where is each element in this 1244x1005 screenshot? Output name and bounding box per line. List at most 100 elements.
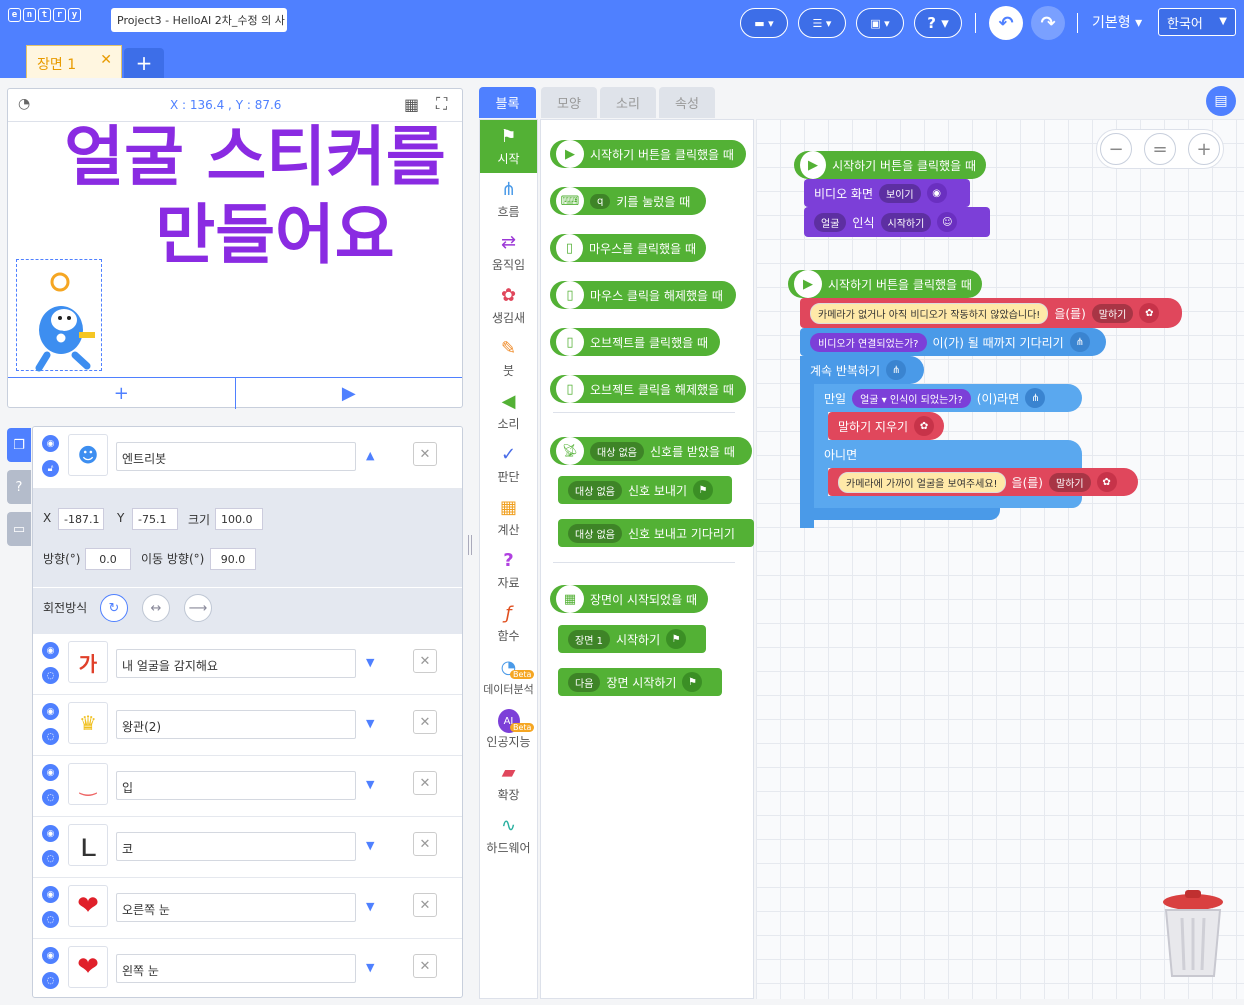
chevron-down-icon[interactable]: ▼ — [366, 778, 374, 791]
delete-object-button[interactable]: ✕ — [413, 649, 437, 673]
eye-icon[interactable]: ◉ — [42, 825, 59, 842]
object-row[interactable]: ◉ ◌ 가 내 얼굴을 감지해요 ▼ ✕ — [33, 634, 462, 695]
chevron-up-icon[interactable]: ▲ — [366, 449, 374, 462]
help-tab[interactable]: ? — [7, 470, 31, 504]
object-name-input[interactable]: 왕관(2) — [116, 710, 356, 739]
object-row[interactable]: ◉ ◌ ❤ 오른쪽 눈 ▼ ✕ — [33, 878, 462, 939]
eye-icon[interactable]: ◉ — [42, 764, 59, 781]
category-data-analysis[interactable]: ◔ Beta 데이터분석 — [480, 650, 537, 703]
object-name-input[interactable]: 오른쪽 눈 — [116, 893, 356, 922]
palette-block-start-click[interactable]: ▶ 시작하기 버튼을 클릭했을 때 — [550, 140, 746, 168]
y-input[interactable]: -75.1 — [132, 508, 178, 530]
eye-icon[interactable]: ◉ — [42, 703, 59, 720]
delete-object-button[interactable]: ✕ — [413, 954, 437, 978]
eye-icon[interactable]: ◉ — [42, 947, 59, 964]
say-block-2[interactable]: 카메라에 가까이 얼굴을 보여주세요! 을(를) 말하기 ✿ — [828, 468, 1138, 496]
chevron-down-icon[interactable]: ▼ — [366, 717, 374, 730]
script-workspace[interactable]: ▶ 시작하기 버튼을 클릭했을 때 비디오 화면 보이기 ◉ 얼굴 인식 시작하기 ☺ ▶ 시… — [756, 119, 1244, 999]
category-calc[interactable]: ▦ 계산 — [480, 491, 537, 544]
category-start[interactable]: ⚑ 시작 — [480, 120, 537, 173]
x-input[interactable]: -187.1 — [58, 508, 104, 530]
palette-block-key-press[interactable]: ⌨ q 키를 눌렀을 때 — [550, 187, 706, 215]
project-name-input[interactable]: Project3 - HelloAI 2차_수정 의 사 — [111, 8, 287, 32]
tab-properties[interactable]: 속성 — [659, 87, 715, 118]
move-direction-input[interactable]: 90.0 — [210, 548, 256, 570]
lock-icon[interactable]: ◌ — [42, 667, 59, 684]
eye-icon[interactable]: ◉ — [42, 642, 59, 659]
palette-block-send-signal[interactable]: 대상 없음 신호 보내기 ⚑ — [558, 476, 732, 504]
comment-button[interactable]: ▤ — [1206, 86, 1236, 116]
loop-forever-block[interactable]: 계속 반복하기 ⋔ — [800, 356, 924, 384]
palette-block-object-release[interactable]: ▯ 오브젝트 클릭을 해제했을 때 — [550, 375, 746, 403]
delete-object-button[interactable]: ✕ — [413, 442, 437, 466]
new-project-button[interactable]: ▬ ▾ — [740, 8, 788, 38]
tab-shapes[interactable]: 모양 — [541, 87, 597, 118]
language-select[interactable]: 한국어 ▼ — [1158, 8, 1236, 36]
lock-icon[interactable]: ◌ — [42, 789, 59, 806]
direction-input[interactable]: 0.0 — [85, 548, 131, 570]
condition-face-recognized[interactable]: 얼굴 ▾ 인식이 되었는가? — [852, 388, 971, 408]
face-dropdown[interactable]: 얼굴 — [860, 395, 878, 406]
object-name-input[interactable]: 코 — [116, 832, 356, 861]
category-hardware[interactable]: ∿ 하드웨어 — [480, 809, 537, 862]
console-tab[interactable]: ▭ — [7, 512, 31, 546]
category-ai[interactable]: AI Beta 인공지능 — [480, 703, 537, 756]
undo-button[interactable]: ↶ — [989, 6, 1023, 40]
speedometer-icon[interactable]: ◔ — [18, 96, 30, 112]
help-menu-button[interactable]: ? ▾ — [914, 8, 962, 38]
fullscreen-icon[interactable]: ⛶ — [436, 94, 447, 114]
category-data[interactable]: ? 자료 — [480, 544, 537, 597]
lock-icon[interactable]: ◌ — [42, 972, 59, 989]
lock-icon[interactable]: ◌ — [42, 728, 59, 745]
category-flow[interactable]: ⋔ 흐름 — [480, 173, 537, 226]
delete-object-button[interactable]: ✕ — [413, 893, 437, 917]
wait-until-block[interactable]: 비디오가 연결되었는가? 이(가) 될 때까지 기다리기 ⋔ — [800, 328, 1106, 356]
signal-dropdown[interactable]: 대상 없음 — [568, 480, 622, 500]
start-dropdown[interactable]: 시작하기 — [880, 212, 932, 232]
chevron-down-icon[interactable]: ▼ — [366, 656, 374, 669]
video-dropdown[interactable]: 보이기 — [879, 183, 921, 203]
tab-sounds[interactable]: 소리 — [600, 87, 656, 118]
object-name-input[interactable]: 왼쪽 눈 — [116, 954, 356, 983]
chevron-down-icon[interactable]: ▼ — [366, 900, 374, 913]
trash-can-icon[interactable] — [1160, 888, 1226, 980]
category-extension[interactable]: ▰ 확장 — [480, 756, 537, 809]
category-sound[interactable]: ◀ 소리 — [480, 385, 537, 438]
object-row[interactable]: ◉ ◌ ❤ 왼쪽 눈 ▼ ✕ — [33, 939, 462, 997]
grid-icon[interactable]: ▦ — [404, 95, 419, 114]
zoom-out-button[interactable]: − — [1100, 133, 1132, 165]
category-brush[interactable]: ✎ 붓 — [480, 332, 537, 385]
size-input[interactable]: 100.0 — [215, 508, 263, 530]
palette-block-next-scene[interactable]: 다음 장면 시작하기 ⚑ — [558, 668, 722, 696]
category-looks[interactable]: ✿ 생김새 — [480, 279, 537, 332]
lock-icon[interactable]: 🔓︎ — [42, 460, 59, 477]
eye-icon[interactable]: ◉ — [42, 886, 59, 903]
script1-hat-block[interactable]: ▶ 시작하기 버튼을 클릭했을 때 — [794, 151, 986, 179]
face-dropdown[interactable]: 얼굴 — [814, 212, 847, 232]
message-input[interactable]: 카메라에 가까이 얼굴을 보여주세요! — [838, 471, 1006, 493]
object-row[interactable]: ◉ ◌ ‿ 입 ▼ ✕ — [33, 756, 462, 817]
say-dropdown[interactable]: 말하기 — [1091, 303, 1134, 323]
rotate-free-button[interactable]: ↻ — [100, 594, 128, 622]
object-row[interactable]: ◉ ◌ ʟ 코 ▼ ✕ — [33, 817, 462, 878]
add-object-button[interactable]: + — [8, 378, 236, 409]
say-block[interactable]: 카메라가 없거나 아직 비디오가 작동하지 않았습니다! 을(를) 말하기 ✿ — [800, 298, 1182, 328]
object-tab[interactable]: ❐ — [7, 428, 31, 462]
entry-logo[interactable]: e n t r y — [8, 8, 81, 22]
rotate-horizontal-button[interactable]: ↔ — [142, 594, 170, 622]
palette-block-receive-signal[interactable]: 📡︎ 대상 없음 신호를 받았을 때 — [550, 437, 752, 465]
palette-block-send-signal-wait[interactable]: 대상 없음 신호 보내고 기다리기 — [558, 519, 754, 547]
entrybot-sprite[interactable] — [16, 259, 102, 372]
lock-icon[interactable]: ◌ — [42, 911, 59, 928]
face-recognition-block[interactable]: 얼굴 인식 시작하기 ☺ — [804, 207, 990, 237]
panel-resize-handle[interactable] — [468, 535, 472, 555]
palette-block-mouse-click[interactable]: ▯ 마우스를 클릭했을 때 — [550, 234, 706, 262]
signal-dropdown[interactable]: 대상 없음 — [590, 441, 644, 461]
object-row[interactable]: ◉ ◌ ♛ 왕관(2) ▼ ✕ — [33, 695, 462, 756]
message-input[interactable]: 카메라가 없거나 아직 비디오가 작동하지 않았습니다! — [810, 302, 1049, 324]
condition-video-connected[interactable]: 비디오가 연결되었는가? — [810, 332, 927, 352]
if-else-block[interactable]: 만일 얼굴 ▾ 인식이 되었는가? (이)라면 ⋔ — [814, 384, 1082, 412]
mode-select[interactable]: 기본형 ▾ — [1092, 12, 1142, 32]
object-row-selected[interactable]: ◉ 🔓︎ ☻ 엔트리봇 ▲ ✕ — [33, 427, 462, 489]
video-show-block[interactable]: 비디오 화면 보이기 ◉ — [804, 179, 970, 207]
